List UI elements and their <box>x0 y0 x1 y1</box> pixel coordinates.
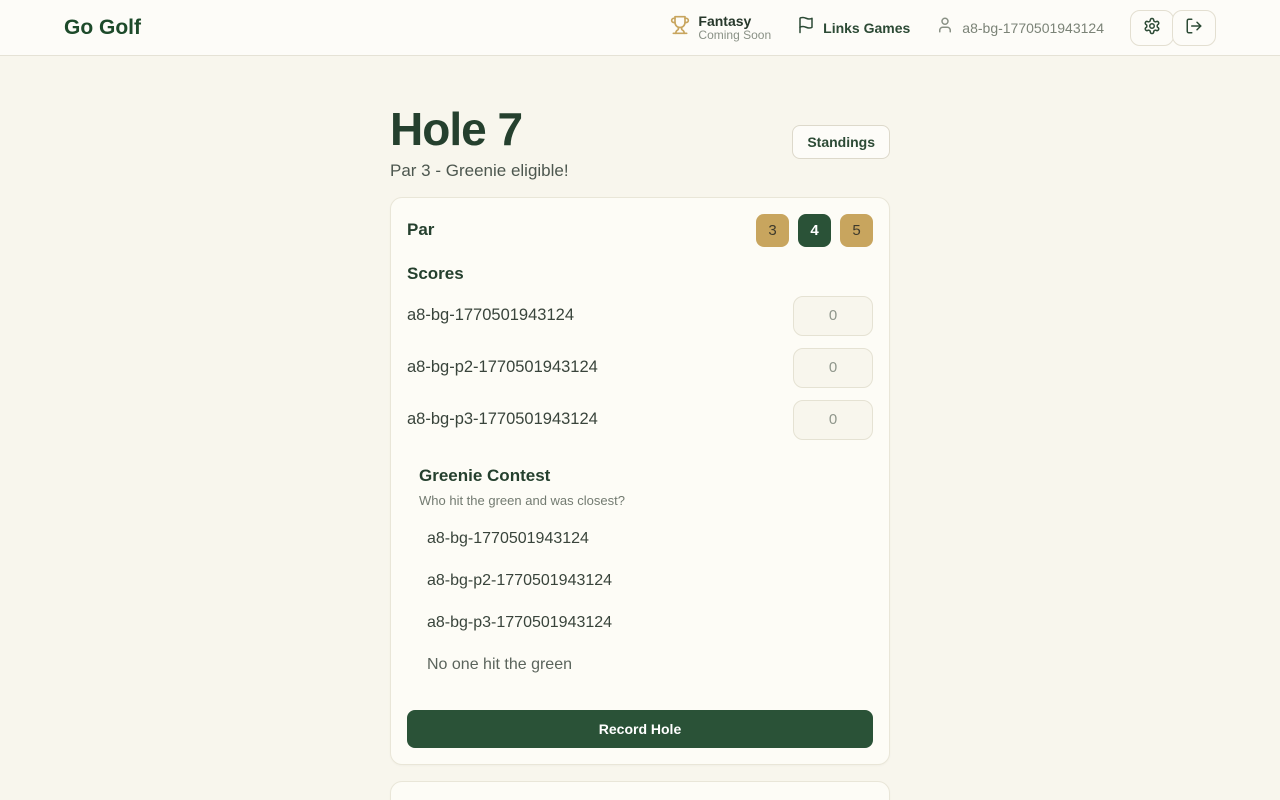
page-subtitle: Par 3 - Greenie eligible! <box>390 161 569 181</box>
nav-item-fantasy[interactable]: Fantasy Coming Soon <box>670 13 771 43</box>
score-input[interactable] <box>793 348 873 388</box>
greenie-question: Who hit the green and was closest? <box>419 493 873 508</box>
fantasy-label: Fantasy <box>698 13 771 29</box>
standings-button[interactable]: Standings <box>792 125 890 159</box>
page-title: Hole 7 <box>390 104 569 155</box>
score-row: a8-bg-p3-1770501943124 <box>407 400 873 440</box>
page-head: Hole 7 Par 3 - Greenie eligible! Standin… <box>390 104 890 181</box>
main-content: Hole 7 Par 3 - Greenie eligible! Standin… <box>0 56 1280 800</box>
nav-item-user[interactable]: a8-bg-1770501943124 <box>936 16 1104 39</box>
greenie-option-player3[interactable]: a8-bg-p3-1770501943124 <box>419 604 873 642</box>
nav-item-links-games[interactable]: Links Games <box>797 16 910 39</box>
fantasy-sublabel: Coming Soon <box>698 29 771 43</box>
score-row: a8-bg-1770501943124 <box>407 296 873 336</box>
greenie-options: a8-bg-1770501943124 a8-bg-p2-17705019431… <box>419 520 873 684</box>
greenie-option-player2[interactable]: a8-bg-p2-1770501943124 <box>419 562 873 600</box>
settings-button[interactable] <box>1130 10 1174 46</box>
logout-button[interactable] <box>1172 10 1216 46</box>
links-games-label: Links Games <box>823 20 910 36</box>
greenie-option-player1[interactable]: a8-bg-1770501943124 <box>419 520 873 558</box>
par-3-button[interactable]: 3 <box>756 214 789 247</box>
username-label: a8-bg-1770501943124 <box>962 20 1104 36</box>
hole-card: Par 3 4 5 Scores a8-bg-1770501943124 a8-… <box>390 197 890 765</box>
gear-icon <box>1143 17 1161 38</box>
current-totals-card: Current Totals <box>390 781 890 800</box>
scores-label: Scores <box>407 264 873 284</box>
greenie-option-no-one[interactable]: No one hit the green <box>419 646 873 684</box>
player-name: a8-bg-p3-1770501943124 <box>407 410 598 429</box>
greenie-contest-section: Greenie Contest Who hit the green and wa… <box>407 466 873 684</box>
flag-icon <box>797 16 815 39</box>
par-4-button[interactable]: 4 <box>798 214 831 247</box>
par-row: Par 3 4 5 <box>407 214 873 247</box>
record-hole-button[interactable]: Record Hole <box>407 710 873 748</box>
par-5-button[interactable]: 5 <box>840 214 873 247</box>
logout-icon <box>1185 17 1203 38</box>
player-name: a8-bg-1770501943124 <box>407 306 574 325</box>
brand-logo[interactable]: Go Golf <box>64 16 141 40</box>
trophy-icon <box>670 15 690 40</box>
score-input[interactable] <box>793 296 873 336</box>
par-label: Par <box>407 220 434 240</box>
par-buttons: 3 4 5 <box>756 214 873 247</box>
score-row: a8-bg-p2-1770501943124 <box>407 348 873 388</box>
player-name: a8-bg-p2-1770501943124 <box>407 358 598 377</box>
greenie-title: Greenie Contest <box>419 466 873 486</box>
header-nav: Fantasy Coming Soon Links Games a8-bg-17… <box>670 10 1216 46</box>
user-icon <box>936 16 954 39</box>
score-input[interactable] <box>793 400 873 440</box>
app-header: Go Golf Fantasy Coming Soon Links Games … <box>0 0 1280 56</box>
